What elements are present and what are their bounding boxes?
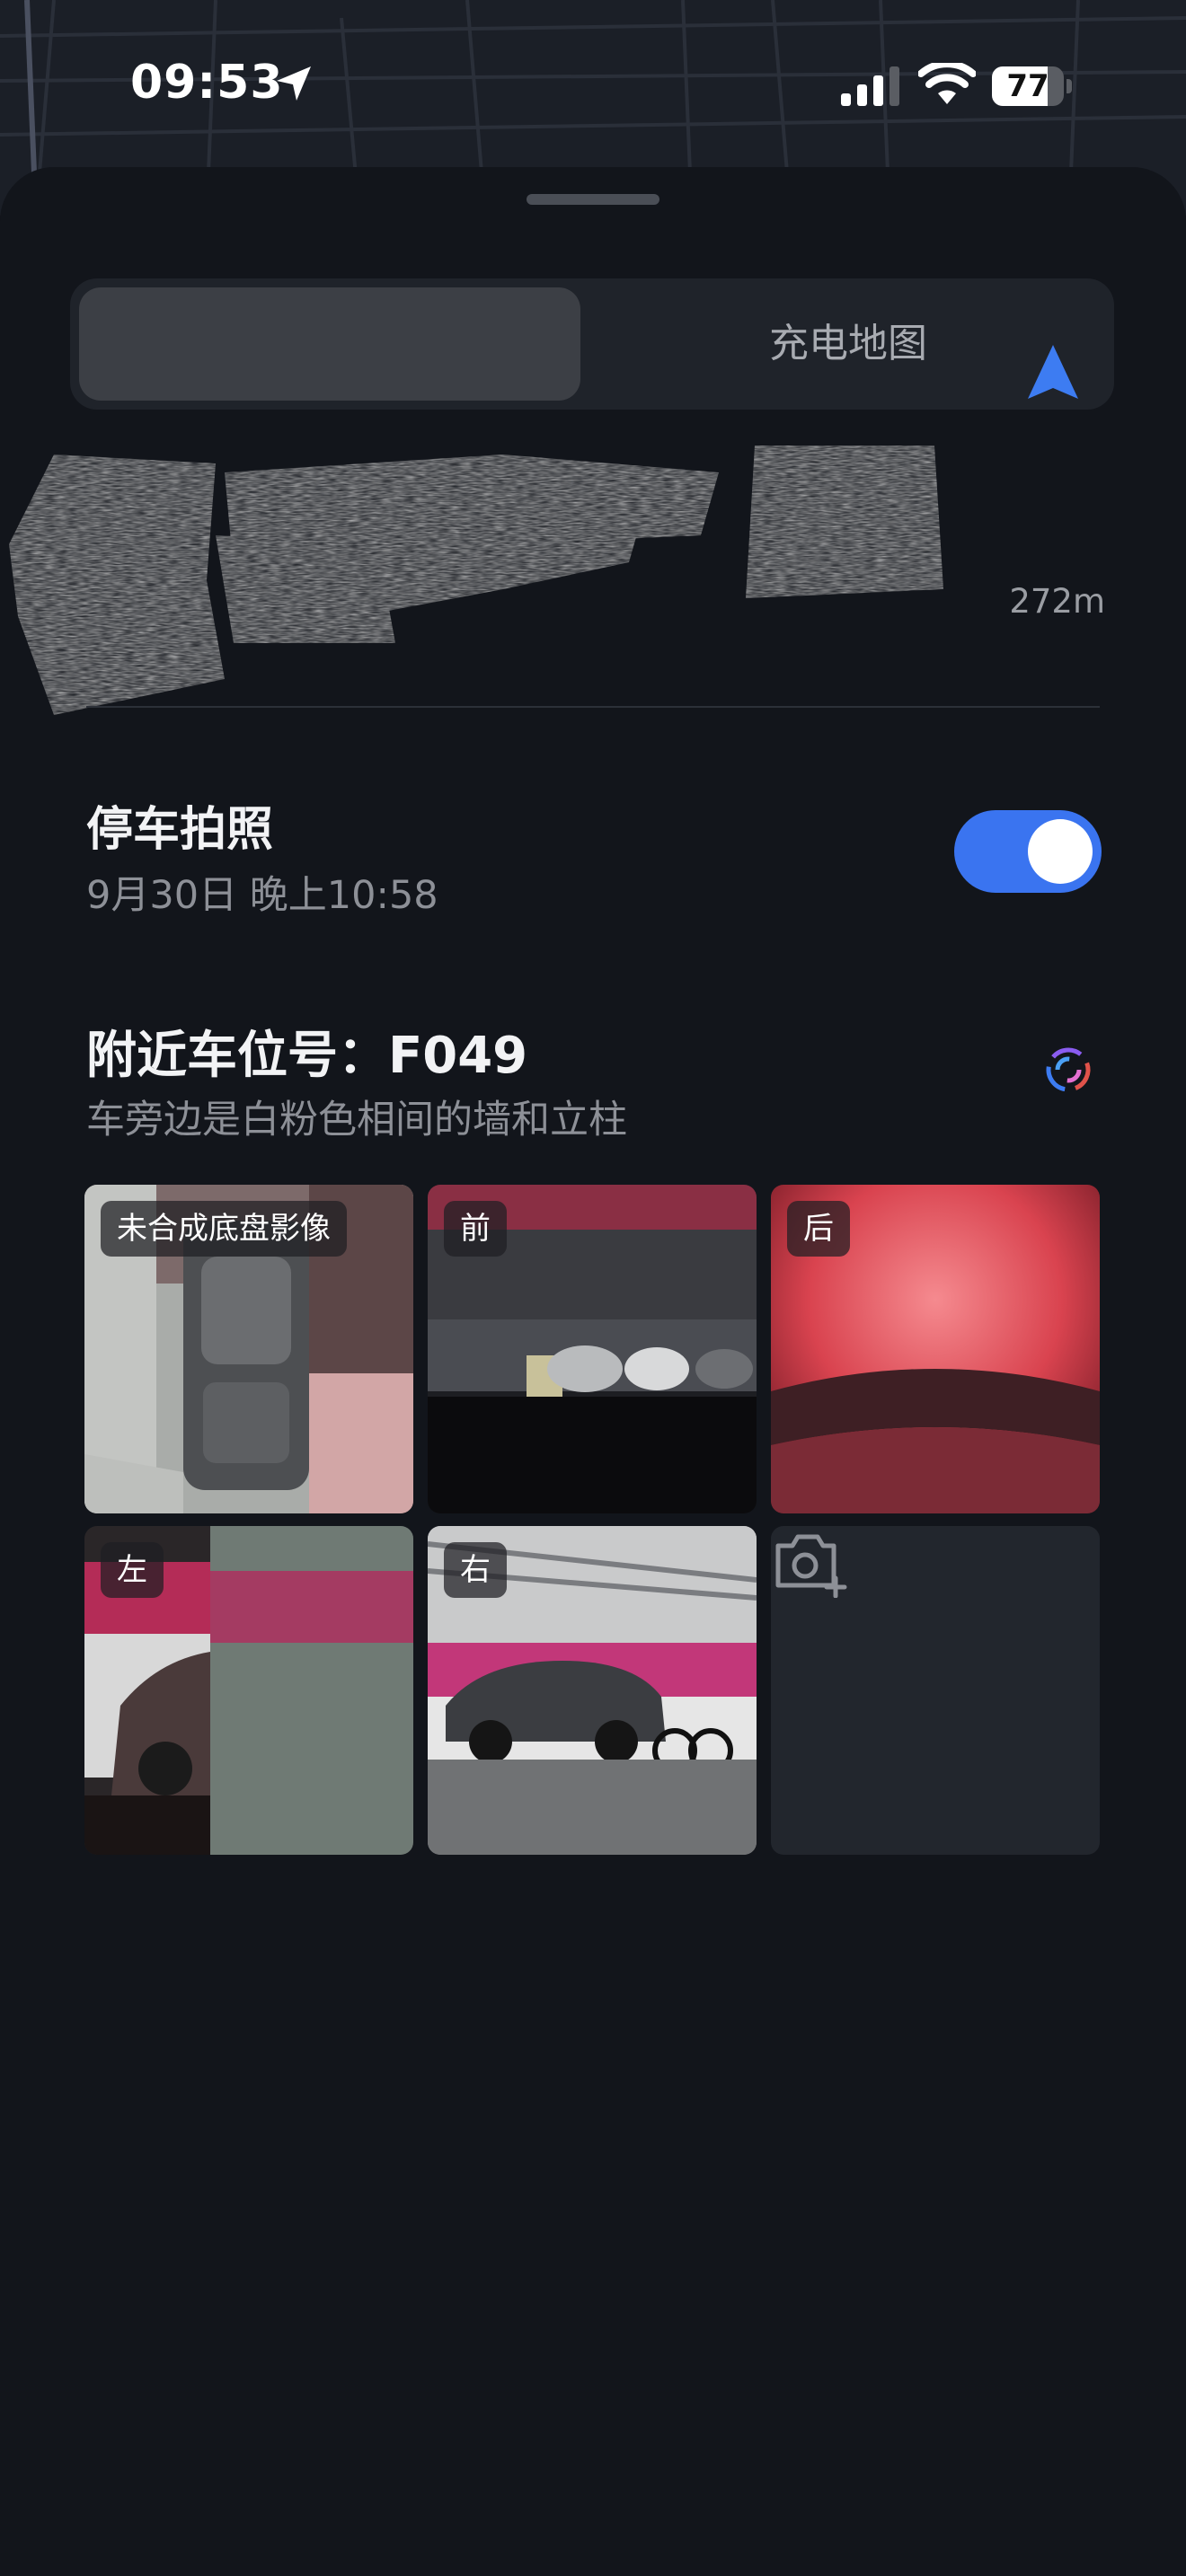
photo-right[interactable]: 右 bbox=[428, 1526, 757, 1855]
photo-label: 未合成底盘影像 bbox=[101, 1201, 347, 1257]
photo-undercarriage[interactable]: 未合成底盘影像 bbox=[84, 1185, 413, 1513]
divider bbox=[86, 706, 1100, 708]
status-time: 09:53 bbox=[130, 56, 284, 110]
photo-front[interactable]: 前 bbox=[428, 1185, 757, 1513]
navigation-arrow-icon[interactable] bbox=[1026, 343, 1080, 402]
camera-plus-icon bbox=[775, 1534, 847, 1598]
photo-left[interactable]: 左 bbox=[84, 1526, 413, 1855]
parking-spot-title: 附近车位号：F049 bbox=[86, 1027, 528, 1085]
segmented-control: 充电地图 bbox=[70, 278, 1114, 410]
sheet-grabber[interactable] bbox=[527, 194, 659, 205]
battery-icon: 77 bbox=[992, 66, 1072, 106]
parking-photo-timestamp: 9月30日 晚上10:58 bbox=[86, 873, 438, 918]
ai-assistant-icon[interactable] bbox=[1042, 1044, 1094, 1096]
parking-photo-title: 停车拍照 bbox=[86, 803, 274, 857]
photo-label: 后 bbox=[787, 1201, 850, 1257]
location-arrow-icon bbox=[277, 66, 311, 101]
signal-icon bbox=[841, 66, 899, 106]
destination-distance: 272m bbox=[1009, 582, 1105, 621]
status-bar: 09:53 77 bbox=[0, 0, 1186, 171]
toggle-knob bbox=[1028, 819, 1093, 884]
segment-selected[interactable] bbox=[79, 287, 580, 401]
add-photo-button[interactable] bbox=[771, 1526, 1100, 1855]
battery-level: 77 bbox=[1006, 68, 1049, 104]
photo-label: 右 bbox=[444, 1542, 507, 1598]
parking-spot-description: 车旁边是白粉色相间的墙和立柱 bbox=[86, 1098, 627, 1142]
bottom-sheet: 充电地图 272m 停车拍照 9月30日 晚上10:58 附近车位号：F049 … bbox=[0, 167, 1186, 2576]
parking-photo-toggle[interactable] bbox=[954, 810, 1102, 893]
photo-label: 前 bbox=[444, 1201, 507, 1257]
wifi-icon bbox=[918, 63, 976, 104]
photo-rear[interactable]: 后 bbox=[771, 1185, 1100, 1513]
redacted-destination[interactable] bbox=[0, 446, 970, 733]
photo-label: 左 bbox=[101, 1542, 164, 1598]
